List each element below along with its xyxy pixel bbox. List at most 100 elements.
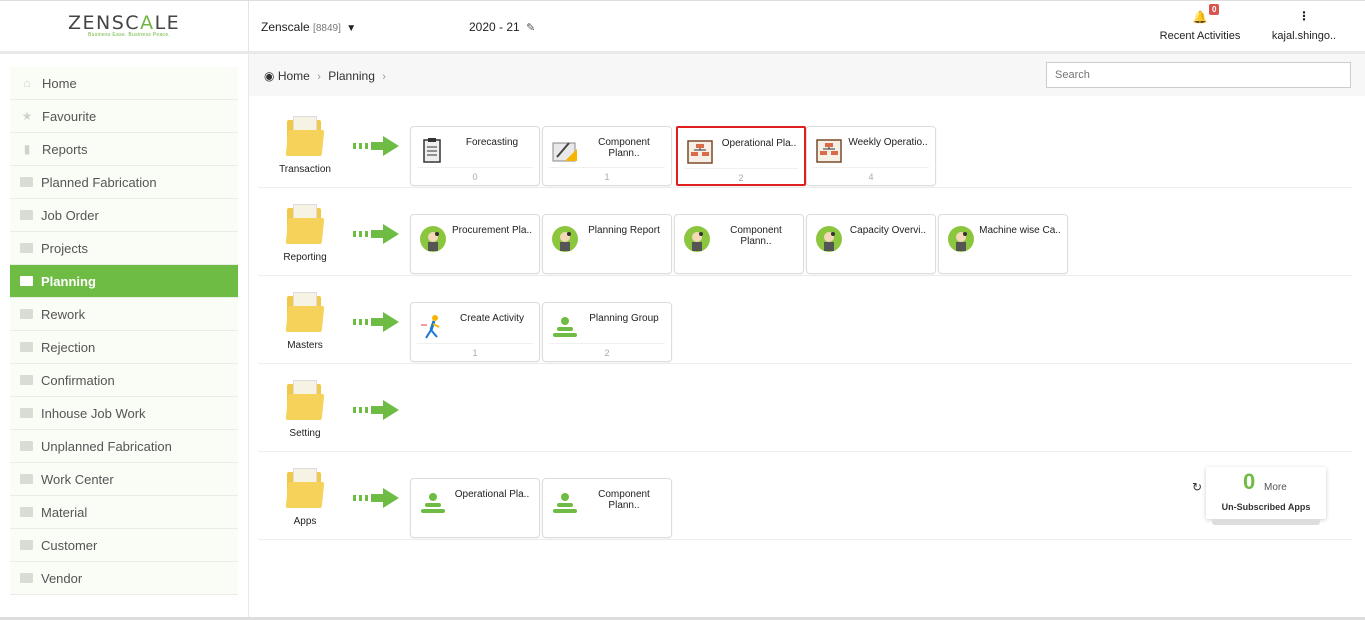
breadcrumb-home[interactable]: Home	[278, 69, 310, 83]
sidebar-item-confirmation[interactable]: Confirmation	[10, 364, 238, 397]
flowchart-board-icon	[816, 139, 842, 163]
sidebar-item-inhouse-job-work[interactable]: Inhouse Job Work	[10, 397, 238, 430]
category-name: Apps	[293, 516, 317, 527]
user-avatar-icon	[948, 226, 974, 252]
top-header: ZENSCALE Business Ease. Business Peace. …	[0, 0, 1365, 54]
folder-icon	[20, 375, 33, 385]
bell-icon: 🔔	[1192, 10, 1208, 24]
tile-count: 4	[813, 167, 929, 182]
unsubscribed-apps-label: Un-Subscribed Apps	[1221, 502, 1311, 512]
clipboard-icon	[423, 138, 441, 163]
app-tile-forecasting[interactable]: Forecasting 0	[410, 126, 540, 186]
app-tile-operational-planning-app[interactable]: Operational Pla..	[410, 478, 540, 538]
arrow-right-icon	[353, 224, 399, 244]
company-name: Zenscale	[261, 20, 310, 34]
sidebar-item-customer[interactable]: Customer	[10, 529, 238, 562]
app-tile-procurement-planning[interactable]: Procurement Pla..	[410, 214, 540, 274]
group-icon	[553, 493, 577, 513]
tile-count: 1	[549, 167, 665, 182]
tile-title: Planning Report	[588, 225, 660, 236]
section-row-apps: Apps Operational Pla.. Component Plann..	[258, 452, 1352, 540]
sidebar-item-rework[interactable]: Rework	[10, 298, 238, 331]
section-row-reporting: Reporting Procurement Pla.. Planning Rep…	[258, 188, 1352, 276]
folder-icon	[20, 309, 33, 319]
folder-icon	[20, 474, 33, 484]
search-input[interactable]	[1046, 62, 1351, 88]
sidebar-item-vendor[interactable]: Vendor	[10, 562, 238, 595]
tile-title: Component Plann..	[598, 137, 650, 159]
more-label: More	[1264, 482, 1287, 493]
app-tile-component-planning[interactable]: Component Plann.. 1	[542, 126, 672, 186]
folder-icon	[20, 342, 33, 352]
sidebar-item-job-order[interactable]: Job Order	[10, 199, 238, 232]
category-masters[interactable]: Masters	[270, 292, 340, 351]
folder-icon	[285, 116, 325, 156]
tile-title: Machine wise Ca..	[979, 225, 1061, 236]
category-setting[interactable]: Setting	[270, 380, 340, 439]
breadcrumb-bar: ◉ Home › Planning ›	[249, 54, 1365, 96]
sidebar-item-unplanned-fabrication[interactable]: Unplanned Fabrication	[10, 430, 238, 463]
folder-icon	[20, 573, 33, 583]
folder-icon	[20, 441, 33, 451]
tile-title: Weekly Operatio..	[848, 137, 928, 148]
star-icon: ★	[21, 109, 33, 123]
sidebar-item-planned-fabrication[interactable]: Planned Fabrication	[10, 166, 238, 199]
sidebar-item-home[interactable]: ⌂ Home	[10, 67, 238, 100]
section-row-masters: Masters Create Activity 1 Planning Group…	[258, 276, 1352, 364]
app-tile-create-activity[interactable]: Create Activity 1	[410, 302, 540, 362]
user-avatar-icon	[684, 226, 710, 252]
app-tile-operational-planning[interactable]: Operational Pla.. 2	[676, 126, 806, 186]
sidebar-menu: ⌂ Home ★ Favourite ▮ Reports Planned Fabric…	[10, 67, 238, 595]
sidebar-item-favourite[interactable]: ★ Favourite	[10, 100, 238, 133]
app-tile-machine-wise-capacity[interactable]: Machine wise Ca..	[938, 214, 1068, 274]
refresh-icon[interactable]: ↻	[1192, 480, 1202, 494]
app-tile-weekly-operation[interactable]: Weekly Operatio.. 4	[806, 126, 936, 186]
company-selector[interactable]: Zenscale [8849] ▼	[261, 20, 356, 34]
arrow-right-icon	[353, 400, 399, 420]
sidebar-item-planning[interactable]: Planning	[10, 265, 238, 298]
app-tile-capacity-overview[interactable]: Capacity Overvi..	[806, 214, 936, 274]
arrow-right-icon	[353, 488, 399, 508]
app-tile-component-planning-report[interactable]: Component Plann..	[674, 214, 804, 274]
sidebar-item-material[interactable]: Material	[10, 496, 238, 529]
breadcrumb-current[interactable]: Planning	[328, 69, 375, 83]
sidebar-item-rejection[interactable]: Rejection	[10, 331, 238, 364]
app-tile-component-planning-app[interactable]: Component Plann..	[542, 478, 672, 538]
logo-area[interactable]: ZENSCALE Business Ease. Business Peace.	[0, 1, 249, 52]
breadcrumb-separator: ›	[317, 71, 321, 83]
group-icon	[553, 317, 577, 337]
folder-icon	[20, 408, 33, 418]
sidebar: ⌂ Home ★ Favourite ▮ Reports Planned Fabric…	[0, 54, 249, 620]
app-tile-planning-report[interactable]: Planning Report	[542, 214, 672, 274]
user-name: kajal.shingo..	[1271, 30, 1337, 42]
tile-title: Operational Pla..	[454, 489, 530, 500]
blueprint-icon	[552, 142, 577, 162]
folder-icon	[20, 243, 33, 253]
zenscale-logo[interactable]: ZENSCALE	[68, 12, 180, 34]
category-name: Transaction	[279, 164, 331, 175]
category-transaction[interactable]: Transaction	[270, 116, 340, 175]
folder-icon	[20, 177, 33, 187]
folder-icon	[285, 380, 325, 420]
company-code: [8849]	[313, 23, 341, 34]
unsubscribed-apps-card[interactable]: 0 More Un-Subscribed Apps	[1206, 467, 1326, 519]
logo-tagline: Business Ease. Business Peace.	[88, 32, 171, 38]
sidebar-item-projects[interactable]: Projects	[10, 232, 238, 265]
sidebar-item-work-center[interactable]: Work Center	[10, 463, 238, 496]
breadcrumb: ◉ Home › Planning ›	[264, 69, 390, 83]
user-menu[interactable]: ⋮ kajal.shingo..	[1269, 9, 1339, 42]
app-tile-planning-group[interactable]: Planning Group 2	[542, 302, 672, 362]
fiscal-year[interactable]: 2020 - 21 ✎	[469, 20, 535, 34]
tile-count: 2	[684, 168, 798, 183]
folder-icon	[285, 468, 325, 508]
category-apps[interactable]: Apps	[270, 468, 340, 527]
sidebar-item-reports[interactable]: ▮ Reports	[10, 133, 238, 166]
tile-count: 1	[417, 343, 533, 358]
flowchart-board-icon	[687, 140, 713, 164]
chevron-down-icon: ▼	[346, 23, 357, 34]
category-reporting[interactable]: Reporting	[270, 204, 340, 263]
edit-icon[interactable]: ✎	[526, 22, 535, 34]
section-row-setting: Setting	[258, 364, 1352, 452]
tile-title: Capacity Overvi..	[849, 225, 927, 236]
recent-activities-button[interactable]: 🔔 0 Recent Activities	[1157, 4, 1243, 42]
